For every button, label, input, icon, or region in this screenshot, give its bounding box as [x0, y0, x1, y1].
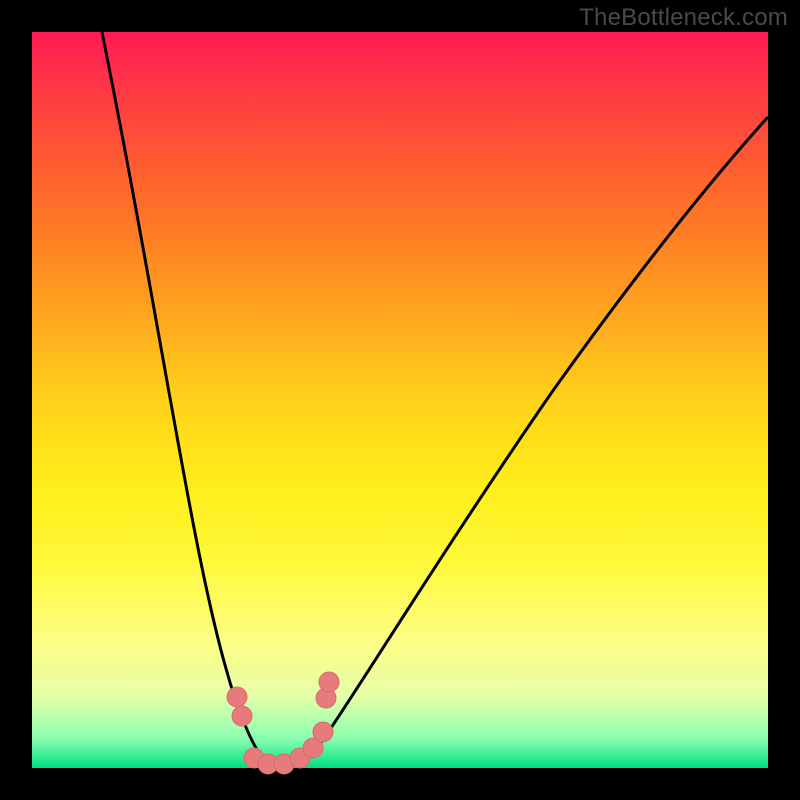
marker-cluster [227, 672, 339, 774]
marker-dot [232, 706, 252, 726]
marker-dot [227, 687, 247, 707]
marker-dot [313, 722, 333, 742]
watermark-text: TheBottleneck.com [579, 4, 788, 32]
bottleneck-curve [102, 32, 768, 766]
marker-dot [319, 672, 339, 692]
chart-svg [32, 32, 768, 768]
